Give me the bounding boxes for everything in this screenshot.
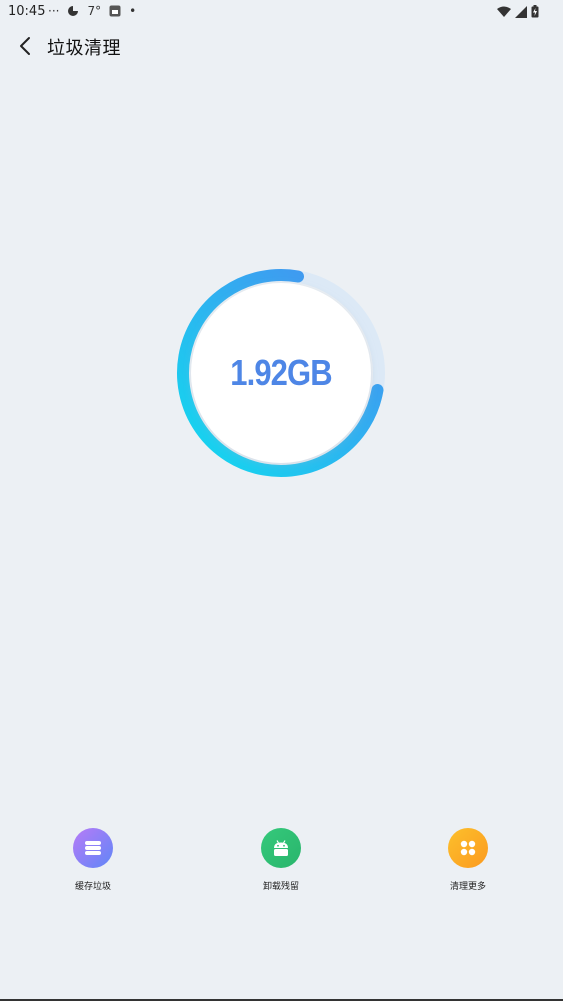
uninstall-residue-label: 卸载残留 [262, 882, 299, 892]
list-icon [85, 841, 101, 855]
weather-icon [68, 6, 79, 16]
clean-more-icon-circle [448, 828, 488, 868]
wifi-icon [497, 6, 511, 17]
android-icon [274, 840, 288, 856]
header: 垃圾清理 [0, 28, 563, 64]
status-time: 10:45 [8, 4, 46, 19]
clean-more-label: 清理更多 [449, 882, 486, 892]
status-temperature: 7° [87, 4, 102, 18]
junk-size-gauge: 1.92GB [174, 266, 388, 480]
status-bar: 10:45 ··· 7° • [0, 0, 563, 24]
cache-junk-icon-circle [73, 828, 113, 868]
apps-icon [460, 840, 476, 856]
status-dot: • [129, 4, 137, 18]
page-title: 垃圾清理 [47, 38, 121, 59]
status-right-icons [497, 5, 539, 18]
notification-app-icon [109, 5, 121, 17]
uninstall-residue-button[interactable]: 卸载残留 [231, 828, 331, 892]
uninstall-residue-icon-circle [261, 828, 301, 868]
cache-junk-button[interactable]: 缓存垃圾 [43, 828, 143, 892]
cache-junk-label: 缓存垃圾 [74, 882, 111, 892]
signal-icon [515, 5, 527, 18]
battery-icon [531, 5, 539, 18]
status-left-icons: ··· 7° • [48, 4, 136, 18]
clean-more-button[interactable]: 清理更多 [418, 828, 518, 892]
more-dots-icon: ··· [48, 4, 60, 18]
back-button[interactable] [14, 34, 38, 58]
action-bar: 缓存垃圾 卸载残留 清理更多 [0, 828, 563, 908]
back-arrow-icon [20, 37, 30, 55]
junk-size-value: 1.92GB [230, 352, 332, 393]
